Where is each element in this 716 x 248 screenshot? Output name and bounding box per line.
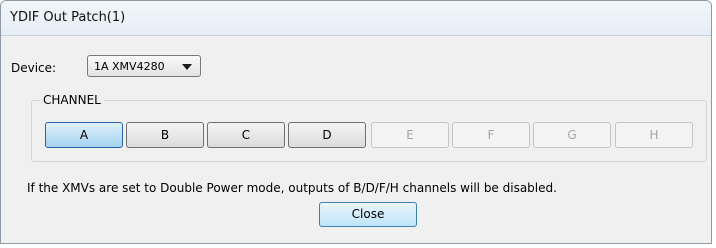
double-power-notice: If the XMVs are set to Double Power mode… [27,181,557,195]
channel-group-label: CHANNEL [40,93,104,107]
channel-e-button: E [371,122,449,148]
channel-b-button[interactable]: B [126,122,204,148]
dialog-content: Device: 1A XMV4280 CHANNEL A B C D E F G… [1,36,711,243]
channel-h-button: H [615,122,693,148]
channel-d-button[interactable]: D [288,122,366,148]
chevron-down-icon [182,64,192,70]
close-button[interactable]: Close [319,202,417,227]
channel-g-button: G [533,122,611,148]
device-label: Device: [11,61,57,75]
dialog-window: YDIF Out Patch(1) Device: 1A XMV4280 CHA… [0,0,712,244]
device-dropdown[interactable]: 1A XMV4280 [87,55,201,77]
device-selected-value: 1A XMV4280 [94,60,165,73]
title-bar[interactable]: YDIF Out Patch(1) [1,1,711,36]
channel-f-button: F [452,122,530,148]
channel-a-button[interactable]: A [45,122,123,148]
window-title: YDIF Out Patch(1) [10,10,126,25]
channel-c-button[interactable]: C [207,122,285,148]
